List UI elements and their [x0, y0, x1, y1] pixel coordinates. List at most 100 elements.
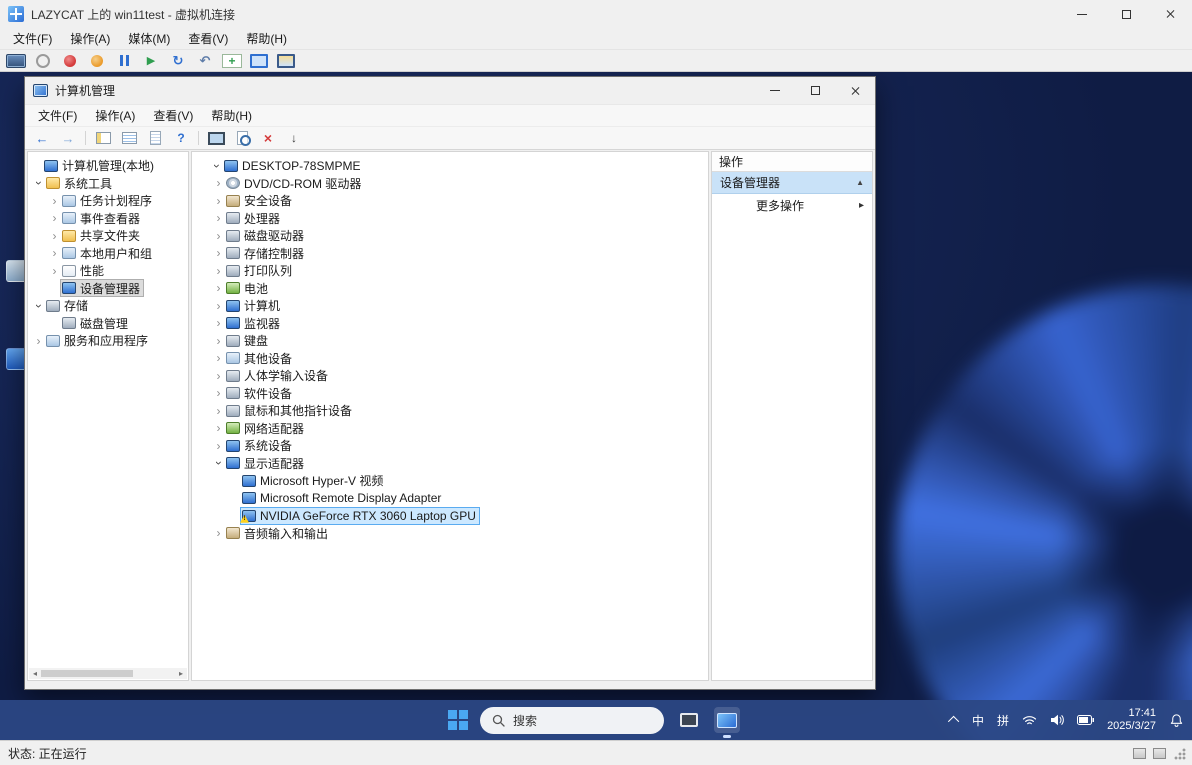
taskbar-app-icon[interactable] — [676, 707, 702, 733]
turn-off-icon[interactable] — [33, 52, 53, 69]
computers-icon[interactable] — [207, 130, 225, 146]
device-tree-item[interactable]: 计算机 — [210, 297, 708, 315]
tree-chevron-icon[interactable] — [48, 193, 61, 209]
tree-chevron-icon[interactable] — [212, 333, 225, 349]
device-tree-item[interactable]: 软件设备 — [210, 385, 708, 403]
taskbar-clock[interactable]: 17:41 2025/3/27 — [1107, 707, 1156, 733]
export-list-icon[interactable] — [120, 130, 138, 146]
device-tree-item[interactable]: 网络适配器 — [210, 420, 708, 438]
tree-chevron-icon[interactable] — [212, 175, 225, 191]
cm-maximize-button[interactable] — [795, 77, 835, 104]
tree-chevron-icon[interactable] — [212, 438, 225, 454]
cm-menu-item[interactable]: 查看(V) — [144, 105, 202, 126]
console-tree-item[interactable]: 系统工具 — [30, 175, 188, 193]
revert-icon[interactable]: ↶ — [195, 52, 215, 69]
shut-down-icon[interactable] — [60, 52, 80, 69]
host-close-button[interactable] — [1148, 0, 1192, 28]
help-icon[interactable]: ? — [172, 130, 190, 146]
device-tree-item[interactable]: 显示适配器 — [210, 455, 708, 473]
device-tree-item[interactable]: NVIDIA GeForce RTX 3060 Laptop GPU — [210, 506, 708, 525]
tree-chevron-icon[interactable] — [212, 210, 225, 226]
resize-grip[interactable] — [1173, 746, 1186, 760]
notification-bell-icon[interactable] — [1169, 713, 1184, 728]
ime-mode-indicator[interactable]: 拼 — [997, 712, 1009, 729]
disable-icon[interactable]: ↓ — [285, 130, 303, 146]
forward-icon[interactable]: → — [59, 130, 77, 146]
tree-chevron-icon[interactable] — [48, 280, 61, 296]
show-console-tree-icon[interactable] — [94, 130, 112, 146]
console-tree-item[interactable]: 服务和应用程序 — [30, 332, 188, 350]
ime-language-indicator[interactable]: 中 — [972, 712, 984, 729]
device-tree-item[interactable]: 其他设备 — [210, 350, 708, 368]
separator[interactable] — [85, 131, 86, 145]
device-tree-item[interactable]: 电池 — [210, 280, 708, 298]
console-tree-item[interactable]: 事件查看器 — [30, 210, 188, 228]
tree-chevron-icon[interactable] — [212, 315, 225, 331]
tree-chevron-icon[interactable] — [212, 193, 225, 209]
tree-chevron-icon[interactable] — [212, 228, 225, 244]
tree-chevron-icon[interactable] — [212, 368, 225, 384]
tree-chevron-icon[interactable] — [210, 158, 223, 174]
tree-chevron-icon[interactable] — [212, 350, 225, 366]
device-tree-item[interactable]: Microsoft Hyper-V 视频 — [210, 472, 708, 490]
cm-close-button[interactable] — [835, 77, 875, 104]
tree-chevron-icon[interactable] — [48, 315, 61, 331]
console-tree-item[interactable]: 性能 — [30, 262, 188, 280]
checkpoint-icon[interactable]: + — [222, 53, 242, 68]
host-menu-item[interactable]: 媒体(M) — [119, 28, 179, 49]
device-tree-item[interactable]: DESKTOP-78SMPME — [210, 157, 708, 175]
device-tree-item[interactable]: 打印队列 — [210, 262, 708, 280]
host-maximize-button[interactable] — [1104, 0, 1148, 28]
tree-chevron-icon[interactable] — [212, 403, 225, 419]
device-tree-item[interactable]: 磁盘驱动器 — [210, 227, 708, 245]
device-tree-item[interactable]: 安全设备 — [210, 192, 708, 210]
share-icon[interactable] — [276, 52, 296, 69]
tree-chevron-icon[interactable] — [48, 245, 61, 261]
scrollbar-thumb[interactable] — [41, 670, 133, 677]
tree-chevron-icon[interactable] — [32, 175, 45, 191]
properties-icon[interactable] — [146, 130, 164, 146]
console-tree-item[interactable]: 共享文件夹 — [30, 227, 188, 245]
network-icon[interactable] — [1022, 715, 1037, 726]
console-tree-item[interactable]: 磁盘管理 — [30, 315, 188, 333]
cm-minimize-button[interactable] — [755, 77, 795, 104]
separator[interactable] — [198, 131, 199, 145]
tree-chevron-icon[interactable] — [228, 473, 241, 489]
device-tree-item[interactable]: DVD/CD-ROM 驱动器 — [210, 175, 708, 193]
tree-chevron-icon[interactable] — [228, 508, 241, 524]
cm-menu-item[interactable]: 操作(A) — [86, 105, 144, 126]
console-tree-item[interactable]: 任务计划程序 — [30, 192, 188, 210]
tree-chevron-icon[interactable] — [212, 280, 225, 296]
more-actions-arrow-icon[interactable]: ▸ — [859, 200, 864, 211]
tree-chevron-icon[interactable] — [228, 490, 241, 506]
battery-icon[interactable] — [1077, 715, 1095, 725]
console-tree-item[interactable]: 计算机管理(本地) — [30, 157, 188, 175]
ctrl-alt-del-icon[interactable] — [6, 53, 26, 68]
start-icon[interactable]: ▶ — [141, 52, 161, 69]
host-menu-item[interactable]: 查看(V) — [179, 28, 237, 49]
console-tree-item[interactable]: 存储 — [30, 297, 188, 315]
tree-chevron-icon[interactable] — [48, 263, 61, 279]
device-tree-item[interactable]: 监视器 — [210, 315, 708, 333]
tree-chevron-icon[interactable] — [212, 420, 225, 436]
host-menu-item[interactable]: 文件(F) — [4, 28, 61, 49]
pause-icon[interactable] — [114, 52, 134, 69]
host-menu-item[interactable]: 操作(A) — [61, 28, 119, 49]
taskbar-search[interactable]: 搜索 — [480, 706, 664, 734]
device-tree-item[interactable]: 处理器 — [210, 210, 708, 228]
tree-chevron-icon[interactable] — [48, 228, 61, 244]
tree-chevron-icon[interactable] — [48, 210, 61, 226]
tree-chevron-icon[interactable] — [32, 298, 45, 314]
cm-menu-item[interactable]: 文件(F) — [29, 105, 86, 126]
device-tree-item[interactable]: 鼠标和其他指针设备 — [210, 402, 708, 420]
uninstall-icon[interactable]: × — [259, 130, 277, 146]
collapse-icon[interactable]: ▲ — [856, 178, 864, 187]
reset-icon[interactable]: ↻ — [168, 52, 188, 69]
more-actions-row[interactable]: 更多操作 ▸ — [712, 194, 872, 216]
tree-chevron-icon[interactable] — [212, 385, 225, 401]
tree-chevron-icon[interactable] — [212, 525, 225, 541]
device-tree-item[interactable]: 键盘 — [210, 332, 708, 350]
enhanced-session-icon[interactable] — [249, 52, 269, 69]
back-icon[interactable]: ← — [33, 130, 51, 146]
device-tree-item[interactable]: 系统设备 — [210, 437, 708, 455]
